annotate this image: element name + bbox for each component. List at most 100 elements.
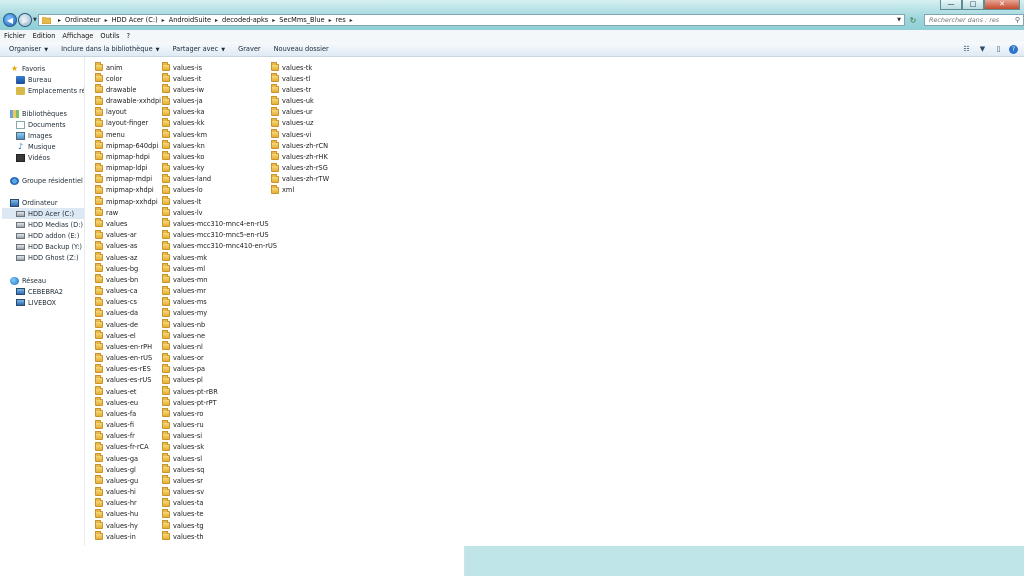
folder-item[interactable]: values-fr-rCA	[95, 441, 161, 453]
refresh-button[interactable]: ↻	[907, 14, 919, 26]
folder-item[interactable]: values-lt	[162, 196, 277, 207]
folder-item[interactable]: values-tl	[271, 73, 329, 84]
include-in-library-button[interactable]: Inclure dans la bibliothèque ▼	[61, 45, 159, 53]
folder-item[interactable]: values-gu	[95, 475, 161, 486]
nav-drive-e[interactable]: HDD addon (E:)	[16, 230, 79, 241]
folder-item[interactable]: values-uk	[271, 95, 329, 107]
folder-item[interactable]: anim	[95, 62, 161, 73]
folder-item[interactable]: values-kn	[162, 140, 277, 151]
folder-item[interactable]: mipmap-mdpi	[95, 173, 161, 185]
nav-libraries[interactable]: Bibliothèques	[10, 108, 67, 119]
folder-item[interactable]: values-ga	[95, 453, 161, 464]
nav-videos[interactable]: Vidéos	[16, 152, 50, 163]
folder-item[interactable]: values-kk	[162, 117, 277, 129]
nav-images[interactable]: Images	[16, 130, 52, 141]
folder-item[interactable]: values-sr	[162, 475, 277, 486]
recent-pages-dropdown[interactable]: ▼	[33, 17, 37, 23]
nav-music[interactable]: ♪ Musique	[16, 141, 56, 152]
folder-item[interactable]: values-ta	[162, 497, 277, 509]
folder-item[interactable]: values-lo	[162, 184, 277, 196]
share-with-button[interactable]: Partager avec ▼	[172, 45, 225, 53]
folder-item[interactable]: values-mr	[162, 285, 277, 296]
folder-item[interactable]: values-ko	[162, 151, 277, 162]
folder-item[interactable]: values-km	[162, 129, 277, 140]
folder-item[interactable]: mipmap-xhdpi	[95, 184, 161, 196]
folder-item[interactable]: values-tr	[271, 84, 329, 95]
breadcrumb-separator-icon[interactable]: ▸	[215, 17, 218, 24]
nav-drive-z[interactable]: HDD Ghost (Z:)	[16, 252, 79, 263]
folder-item[interactable]: mipmap-xxhdpi	[95, 196, 161, 207]
folder-item[interactable]: values-is	[162, 62, 277, 73]
folder-item[interactable]: values-as	[95, 240, 161, 252]
folder-item[interactable]: values-th	[162, 531, 277, 542]
folder-item[interactable]: drawable	[95, 84, 161, 95]
folder-item[interactable]: values-tk	[271, 62, 329, 73]
folder-item[interactable]: values-bn	[95, 274, 161, 285]
folder-item[interactable]: values-ky	[162, 162, 277, 174]
folder-item[interactable]: values-mcc310-mnc4-en-rUS	[162, 218, 277, 229]
folder-item[interactable]: values-mn	[162, 274, 277, 285]
nav-desktop[interactable]: Bureau	[16, 74, 52, 85]
burn-button[interactable]: Graver	[238, 45, 261, 53]
folder-item[interactable]: values-fi	[95, 419, 161, 431]
folder-item[interactable]: values-hy	[95, 520, 161, 531]
folder-item[interactable]: values-sv	[162, 486, 277, 498]
folder-item[interactable]: values-ca	[95, 285, 161, 296]
folder-item[interactable]: values-zh-rTW	[271, 173, 329, 185]
nav-network[interactable]: Réseau	[10, 275, 46, 286]
folder-item[interactable]: values-pa	[162, 363, 277, 375]
minimize-button[interactable]: —	[940, 0, 962, 10]
folder-item[interactable]: values-ne	[162, 330, 277, 341]
folder-item[interactable]: values-hr	[95, 497, 161, 509]
maximize-button[interactable]: □	[962, 0, 984, 10]
forward-button[interactable]: ▶	[18, 13, 32, 27]
folder-item[interactable]: values-pt-rBR	[162, 386, 277, 397]
address-dropdown-icon[interactable]: ▼	[894, 17, 904, 23]
folder-item[interactable]: values-hu	[95, 508, 161, 520]
folder-item[interactable]: values-et	[95, 386, 161, 397]
folder-item[interactable]: values-si	[162, 430, 277, 442]
folder-item[interactable]: values-da	[95, 307, 161, 319]
folder-item[interactable]: values-gl	[95, 464, 161, 475]
folder-item[interactable]: values-fa	[95, 408, 161, 419]
folder-item[interactable]: values-mk	[162, 252, 277, 263]
nav-computer[interactable]: Ordinateur	[10, 197, 58, 208]
folder-item[interactable]: values-eu	[95, 397, 161, 408]
nav-favorites[interactable]: ★ Favoris	[10, 63, 45, 74]
breadcrumb-res[interactable]: res	[336, 16, 346, 24]
folder-item[interactable]: values-lv	[162, 207, 277, 218]
view-options-chevron-icon[interactable]: ▼	[977, 44, 988, 54]
menu-file[interactable]: Fichier	[4, 32, 26, 40]
nav-recent-places[interactable]: Emplacements réce	[16, 85, 84, 96]
folder-item[interactable]: values-mcc310-mnc5-en-rUS	[162, 229, 277, 241]
folder-item[interactable]: values-ka	[162, 106, 277, 118]
folder-item[interactable]: values-el	[95, 330, 161, 341]
folder-item[interactable]: values-vi	[271, 129, 329, 140]
folder-item[interactable]: values-pl	[162, 374, 277, 386]
breadcrumb-separator-icon[interactable]: ▸	[329, 17, 332, 24]
nav-documents[interactable]: Documents	[16, 119, 66, 130]
folder-item[interactable]: values-zh-rCN	[271, 140, 329, 151]
folder-item[interactable]: values-ja	[162, 95, 277, 107]
folder-item[interactable]: values-ur	[271, 106, 329, 118]
nav-network-computer[interactable]: CEBEBRA2	[16, 286, 63, 297]
change-view-icon[interactable]: ☷	[961, 44, 972, 54]
folder-item[interactable]: values-mcc310-mnc410-en-rUS	[162, 240, 277, 252]
close-button[interactable]: ✕	[984, 0, 1020, 10]
menu-tools[interactable]: Outils	[100, 32, 119, 40]
folder-item[interactable]: drawable-xxhdpi	[95, 95, 161, 107]
folder-item[interactable]: values-zh-rHK	[271, 151, 329, 162]
folder-item[interactable]: values-sk	[162, 441, 277, 453]
search-input[interactable]	[929, 15, 1007, 25]
folder-item[interactable]: values-my	[162, 307, 277, 319]
folder-item[interactable]: values-az	[95, 252, 161, 263]
breadcrumb-separator-icon[interactable]: ▸	[105, 17, 108, 24]
folder-item[interactable]: values	[95, 218, 161, 229]
breadcrumb-separator-icon[interactable]: ▸	[162, 17, 165, 24]
help-icon[interactable]: ?	[1009, 44, 1018, 54]
folder-item[interactable]: values-sq	[162, 464, 277, 475]
folder-item[interactable]: values-en-rUS	[95, 352, 161, 363]
folder-item[interactable]: layout-finger	[95, 117, 161, 129]
folder-item[interactable]: values-es-rES	[95, 363, 161, 375]
search-icon[interactable]: ⚲	[1015, 16, 1020, 24]
